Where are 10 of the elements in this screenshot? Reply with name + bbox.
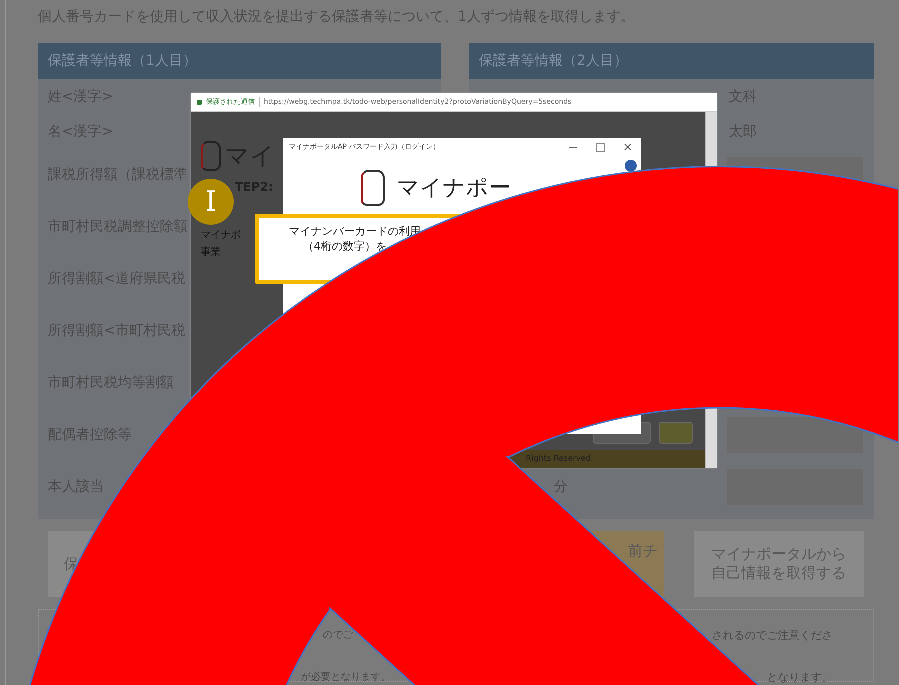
input-field[interactable] bbox=[726, 416, 864, 454]
note-text: となります。 bbox=[767, 670, 833, 685]
panel-header: 保護者等情報（1人目） bbox=[38, 43, 441, 79]
lock-icon bbox=[197, 100, 202, 104]
minimize-icon[interactable] bbox=[569, 146, 577, 148]
close-icon[interactable]: × bbox=[615, 140, 641, 154]
panel-header: 保護者等情報（2人目） bbox=[469, 43, 874, 79]
logo-text: マイナポー bbox=[397, 175, 511, 203]
info-icon[interactable] bbox=[625, 160, 637, 172]
maximize-icon[interactable] bbox=[596, 142, 605, 152]
